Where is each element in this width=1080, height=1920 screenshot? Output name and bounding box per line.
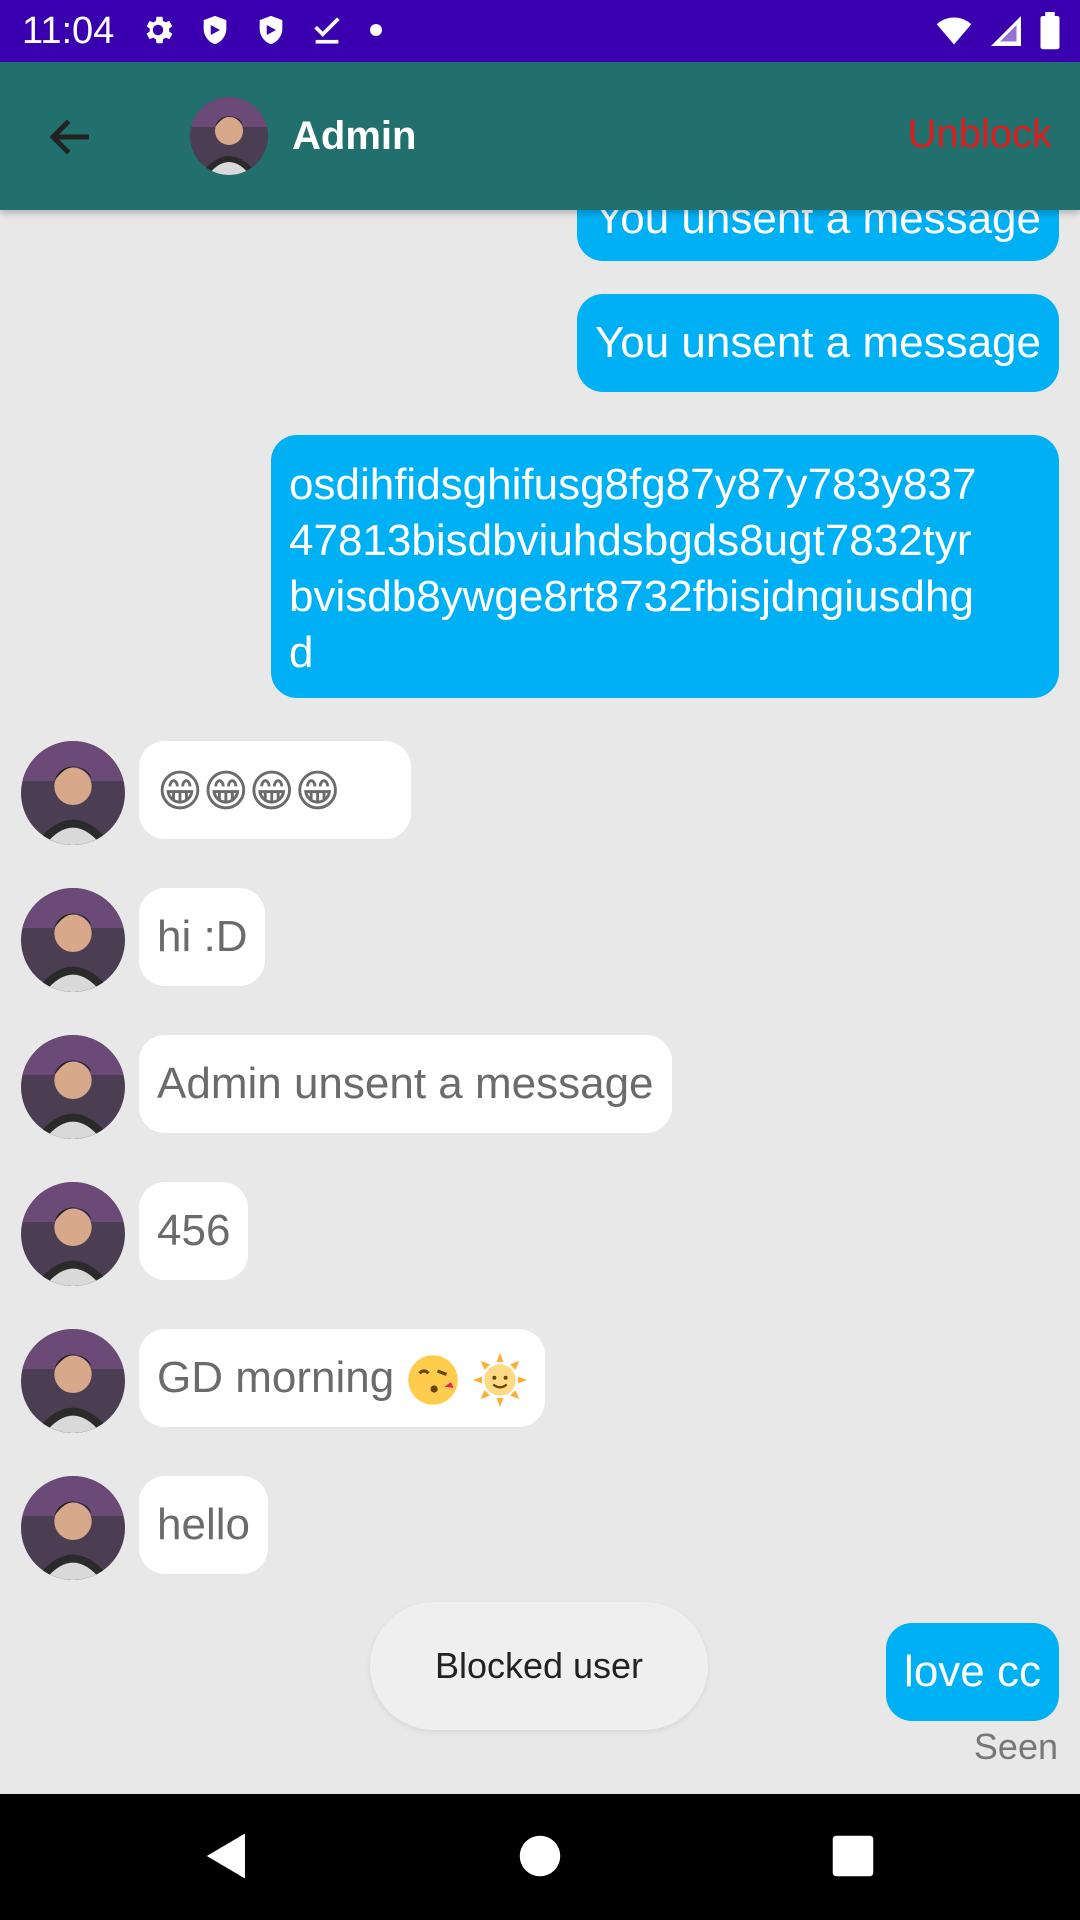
status-time: 11:04 xyxy=(22,10,115,52)
app-bar: Admin Unblock xyxy=(0,62,1080,210)
navigation-bar xyxy=(0,1794,1080,1920)
toast-message: Blocked user xyxy=(370,1602,708,1730)
recents-square-icon[interactable] xyxy=(826,1828,880,1884)
incoming-message[interactable]: hello xyxy=(139,1476,268,1574)
back-arrow-icon[interactable] xyxy=(44,110,98,164)
sun-emoji-icon xyxy=(472,1353,527,1408)
outgoing-message[interactable]: love cc xyxy=(886,1623,1059,1721)
signal-icon xyxy=(991,16,1021,46)
outgoing-message[interactable]: osdihfidsghifusg8fg87y87y783y837 47813bi… xyxy=(271,435,1059,698)
message-text: hi :D xyxy=(157,912,248,961)
seen-status: Seen xyxy=(973,1726,1058,1767)
dot-icon xyxy=(370,24,382,36)
wifi-icon xyxy=(936,17,972,45)
message-text-line: osdihfidsghifusg8fg87y87y783y837 xyxy=(289,460,977,509)
home-circle-icon[interactable] xyxy=(513,1828,567,1884)
avatar[interactable] xyxy=(21,1182,125,1286)
shield-icon xyxy=(203,15,227,45)
message-text: 456 xyxy=(157,1206,231,1255)
status-bar: 11:04 xyxy=(0,0,1080,62)
incoming-message[interactable]: 456 xyxy=(139,1182,249,1280)
message-text-line: 47813bisdbviuhdsbgds8ugt7832tyr xyxy=(289,516,972,565)
outgoing-message[interactable]: You unsent a message xyxy=(576,210,1059,261)
message-text-line: d xyxy=(289,628,314,677)
message-text: hello xyxy=(157,1500,250,1549)
message-text: You unsent a message xyxy=(594,210,1041,243)
chat-title: Admin xyxy=(292,114,417,158)
back-triangle-icon[interactable] xyxy=(200,1828,254,1884)
avatar[interactable] xyxy=(21,1329,125,1433)
avatar[interactable] xyxy=(190,97,268,175)
message-text-line: bvisdb8ywge8rt8732fbisjdngiusdhg xyxy=(289,572,974,621)
avatar[interactable] xyxy=(21,1035,125,1139)
download-done-icon xyxy=(314,17,340,44)
incoming-message[interactable]: Admin unsent a message xyxy=(139,1035,672,1133)
grinning-emoji-icon: 😁😁😁😁 xyxy=(157,767,341,817)
kiss-emoji-icon xyxy=(408,1355,459,1406)
settings-icon xyxy=(146,16,173,44)
incoming-message[interactable]: hi :D xyxy=(139,888,266,986)
message-list[interactable]: You unsent a message You unsent a messag… xyxy=(0,210,1080,1794)
shield-icon xyxy=(259,15,283,45)
battery-icon xyxy=(1040,12,1060,50)
message-text: Admin unsent a message xyxy=(157,1059,654,1108)
message-text: GD morning xyxy=(157,1353,395,1402)
avatar[interactable] xyxy=(21,888,125,992)
outgoing-message[interactable]: You unsent a message xyxy=(576,294,1059,392)
incoming-message[interactable]: 😁😁😁😁 xyxy=(139,741,411,839)
message-text: love cc xyxy=(904,1647,1041,1696)
incoming-message[interactable]: GD morning xyxy=(139,1329,545,1427)
unblock-button[interactable]: Unblock xyxy=(907,112,1052,157)
message-text: You unsent a message xyxy=(594,318,1041,367)
avatar[interactable] xyxy=(21,741,125,845)
avatar[interactable] xyxy=(21,1476,125,1580)
